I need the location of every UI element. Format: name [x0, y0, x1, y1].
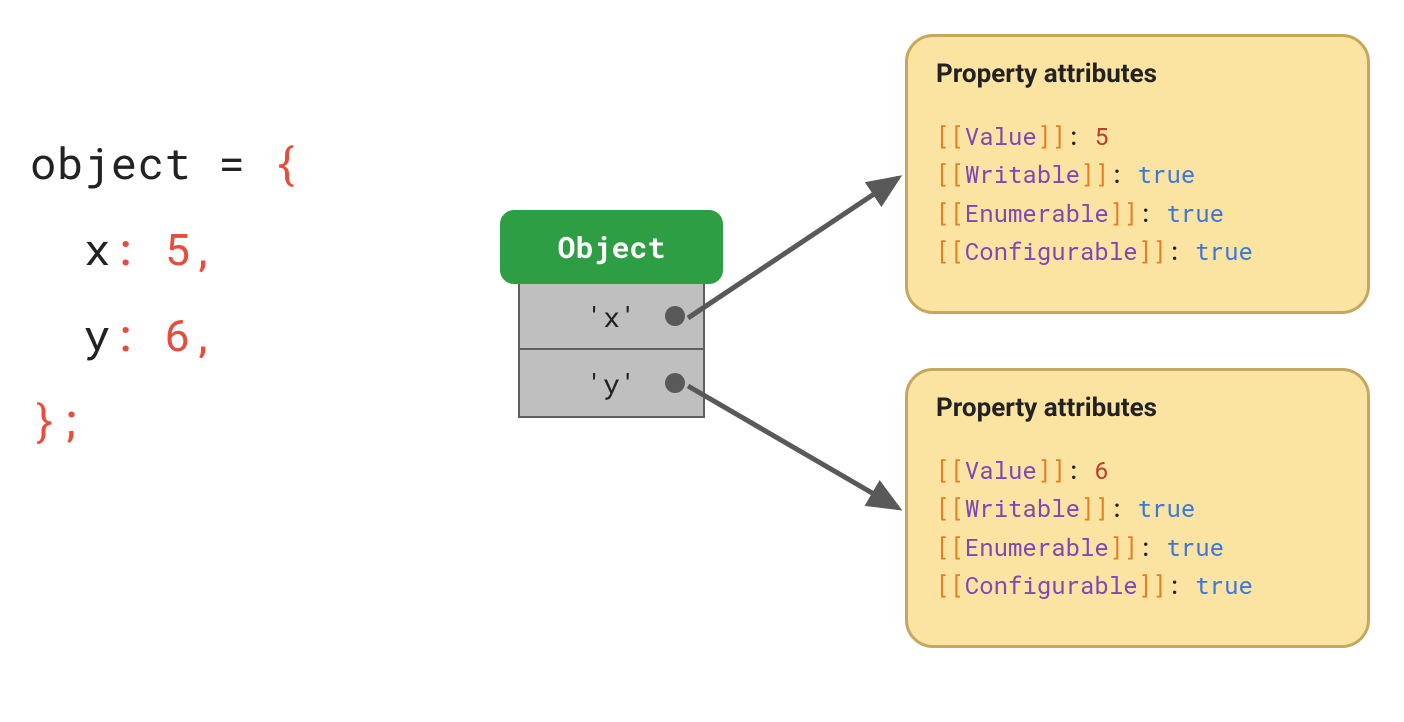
attr-writable-line-x: [[Writable]]: true [936, 155, 1339, 193]
comma: , [191, 305, 218, 363]
attr-writable-line-y: [[Writable]]: true [936, 489, 1339, 527]
prop-cell-y: 'y' [518, 350, 705, 418]
attr-box-title: Property attributes [936, 59, 1339, 89]
code-line-2: x: 5, [30, 206, 299, 292]
object-stack: Object 'x' 'y' [500, 210, 723, 418]
prop-y-value: 6 [165, 305, 192, 363]
attr-box-title: Property attributes [936, 393, 1339, 423]
token-eq: = [191, 133, 272, 191]
attr-y-configurable: true [1195, 569, 1253, 601]
pointer-dot-x [665, 306, 685, 326]
prop-x-value: 5 [165, 219, 192, 277]
indent [30, 305, 84, 363]
attr-value-line-x: [[Value]]: 5 [936, 117, 1339, 155]
prop-x-name: x [84, 219, 111, 277]
token-object: object [30, 133, 191, 191]
prop-cell-x: 'x' [518, 282, 705, 350]
object-header: Object [500, 210, 723, 284]
prop-cell-x-label: 'x' [586, 298, 636, 335]
attr-x-configurable: true [1195, 235, 1253, 267]
attr-y-value: 6 [1094, 454, 1108, 486]
object-header-label: Object [557, 228, 665, 267]
attr-x-writable: true [1138, 158, 1196, 190]
code-line-3: y: 6, [30, 292, 299, 378]
attr-enumerable-line-y: [[Enumerable]]: true [936, 528, 1339, 566]
code-line-4: }; [30, 377, 299, 463]
property-attributes-y: Property attributes [[Value]]: 6 [[Writa… [905, 368, 1370, 648]
property-attributes-x: Property attributes [[Value]]: 5 [[Writa… [905, 34, 1370, 314]
indent [30, 219, 84, 277]
pointer-dot-y [665, 373, 685, 393]
token-open-brace: { [272, 133, 299, 191]
attr-x-value: 5 [1094, 120, 1108, 152]
attr-y-writable: true [1138, 492, 1196, 524]
attr-value-line-y: [[Value]]: 6 [936, 451, 1339, 489]
punct-colon: : [111, 305, 165, 363]
prop-cell-y-label: 'y' [586, 365, 636, 402]
code-snippet: object = { x: 5, y: 6, }; [30, 120, 299, 463]
attr-enumerable-line-x: [[Enumerable]]: true [936, 194, 1339, 232]
attr-y-enumerable: true [1166, 531, 1224, 563]
prop-y-name: y [84, 305, 111, 363]
code-line-1: object = { [30, 120, 299, 206]
attr-configurable-line-y: [[Configurable]]: true [936, 566, 1339, 604]
attr-x-enumerable: true [1166, 197, 1224, 229]
comma: , [191, 219, 218, 277]
token-close: }; [30, 390, 84, 448]
attr-configurable-line-x: [[Configurable]]: true [936, 232, 1339, 270]
punct-colon: : [111, 219, 165, 277]
